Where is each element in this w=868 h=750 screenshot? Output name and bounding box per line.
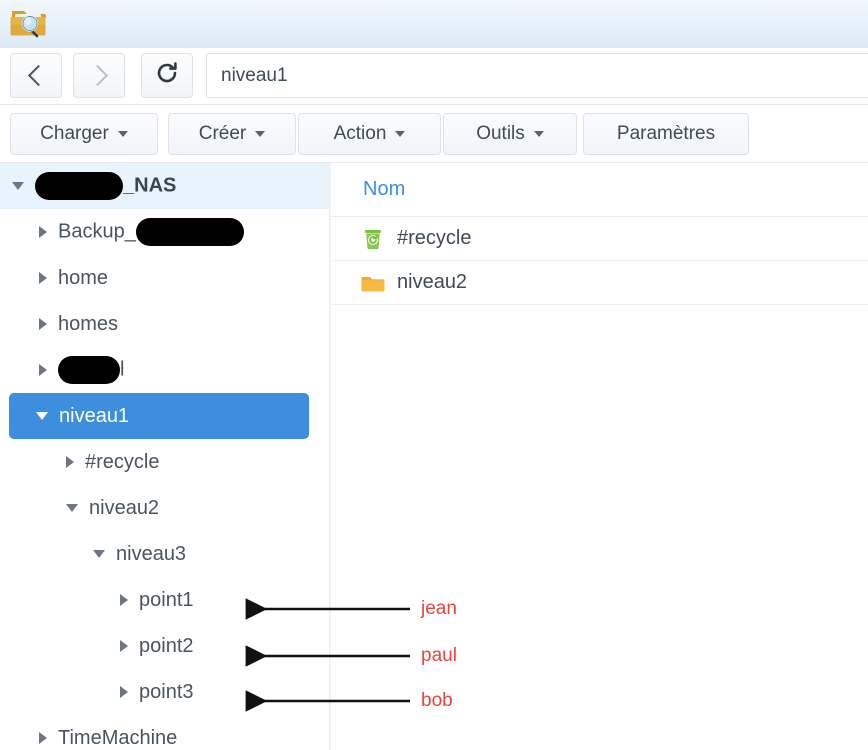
toolbar-button-crer[interactable]: Créer: [168, 113, 296, 155]
triangle-right-icon[interactable]: [39, 732, 47, 744]
triangle-right-icon[interactable]: [39, 364, 47, 376]
toolbar-button-charger[interactable]: Charger: [10, 113, 158, 155]
chevron-down-icon: [395, 131, 406, 137]
toolbar-button-label: Créer: [198, 123, 247, 144]
triangle-right-icon[interactable]: [120, 640, 128, 652]
tree-item-label: home: [58, 267, 108, 290]
tree-item-label: l: [58, 356, 124, 384]
folder-tree-sidebar[interactable]: _NAS Backup_home homes l niveau1 #recycle nive…: [0, 163, 330, 750]
tree-item-label: homes: [58, 313, 118, 336]
folder-search-icon: [10, 6, 46, 38]
action-toolbar: Charger Créer Action Outils Paramètres: [0, 105, 868, 163]
file-list-row[interactable]: #recycle: [331, 217, 868, 261]
tree-item-text: home: [58, 266, 109, 289]
folder-icon: [361, 271, 385, 295]
file-name-label: niveau2: [397, 271, 468, 293]
chevron-down-icon: [533, 131, 544, 137]
title-bar: [0, 0, 868, 48]
file-list-panel: Nom #recycle niveau2: [331, 163, 868, 750]
tree-item-text: niveau2: [89, 496, 160, 519]
tree-item-label: niveau1: [59, 405, 129, 428]
tree-item-text: point1: [139, 588, 194, 611]
tree-item-label: point3: [139, 681, 194, 704]
tree-item-label: #recycle: [85, 451, 159, 474]
file-station-window: niveau1 Charger Créer Action Outils Paramètr…: [0, 0, 868, 750]
triangle-right-icon[interactable]: [120, 594, 128, 606]
tree-item-text: TimeMachine: [58, 726, 178, 749]
tree-item-label: niveau2: [89, 497, 159, 520]
tree-item-text: homes: [58, 312, 119, 335]
chevron-left-icon: [27, 64, 49, 87]
toolbar-button-label: Paramètres: [616, 123, 716, 144]
tree-item-recycle[interactable]: #recycle: [0, 439, 330, 485]
tree-item-NAS[interactable]: _NAS: [0, 163, 330, 209]
chevron-down-icon: [117, 131, 128, 137]
tree-item-text: point2: [139, 634, 194, 657]
triangle-down-icon[interactable]: [66, 504, 78, 512]
tree-item-text: #recycle: [85, 450, 160, 473]
file-list-row[interactable]: niveau2: [331, 261, 868, 305]
navigation-toolbar: niveau1: [0, 48, 868, 105]
toolbar-button-label: Action: [333, 123, 387, 144]
tree-item-niveau3[interactable]: niveau3: [0, 531, 330, 577]
tree-item-text: l: [120, 358, 125, 381]
tree-item-l[interactable]: l: [0, 347, 330, 393]
triangle-right-icon[interactable]: [39, 318, 47, 330]
tree-item-point3[interactable]: point3: [0, 669, 330, 715]
toolbar-button-label: Outils: [476, 123, 525, 144]
tree-item-text: Backup_: [58, 220, 136, 243]
back-button[interactable]: [10, 53, 62, 98]
tree-item-label: _NAS: [35, 172, 176, 200]
redaction-bar: [58, 356, 120, 384]
chevron-down-icon: [255, 131, 266, 137]
recycle-bin-icon: [361, 227, 385, 251]
tree-item-label: point1: [139, 589, 194, 612]
tree-item-point2[interactable]: point2: [0, 623, 330, 669]
triangle-right-icon[interactable]: [66, 456, 74, 468]
reload-button[interactable]: [141, 53, 193, 98]
chevron-right-icon: [86, 64, 108, 87]
tree-item-TimeMachine[interactable]: TimeMachine: [0, 715, 330, 750]
triangle-down-icon[interactable]: [93, 550, 105, 558]
refresh-icon: [155, 61, 179, 90]
redaction-bar: [35, 172, 123, 200]
tree-item-niveau2[interactable]: niveau2: [0, 485, 330, 531]
tree-item-text: _NAS: [123, 174, 177, 197]
tree-item-text: point3: [139, 680, 194, 703]
tree-item-label: point2: [139, 635, 194, 658]
tree-item-text: niveau1: [59, 404, 130, 427]
tree-item-niveau1[interactable]: niveau1: [9, 393, 309, 439]
forward-button[interactable]: [73, 53, 125, 98]
triangle-right-icon[interactable]: [120, 686, 128, 698]
triangle-down-icon[interactable]: [36, 412, 48, 420]
tree-item-label: Backup_: [58, 218, 244, 246]
file-name-label: #recycle: [397, 227, 472, 249]
triangle-right-icon[interactable]: [39, 226, 47, 238]
toolbar-button-label: Charger: [40, 123, 109, 144]
tree-item-label: niveau3: [116, 543, 186, 566]
redaction-bar: [135, 218, 244, 246]
tree-item-point1[interactable]: point1: [0, 577, 330, 623]
tree-item-Backup[interactable]: Backup_: [0, 209, 330, 255]
toolbar-button-outils[interactable]: Outils: [443, 113, 577, 155]
toolbar-button-paramtres[interactable]: Paramètres: [583, 113, 749, 155]
triangle-right-icon[interactable]: [39, 272, 47, 284]
tree-item-label: TimeMachine: [58, 727, 177, 750]
address-input[interactable]: niveau1: [206, 53, 868, 98]
triangle-down-icon[interactable]: [12, 182, 24, 190]
column-header-name[interactable]: Nom: [331, 163, 868, 217]
tree-item-home[interactable]: home: [0, 255, 330, 301]
toolbar-button-action[interactable]: Action: [298, 113, 441, 155]
tree-item-text: niveau3: [116, 542, 187, 565]
tree-item-homes[interactable]: homes: [0, 301, 330, 347]
